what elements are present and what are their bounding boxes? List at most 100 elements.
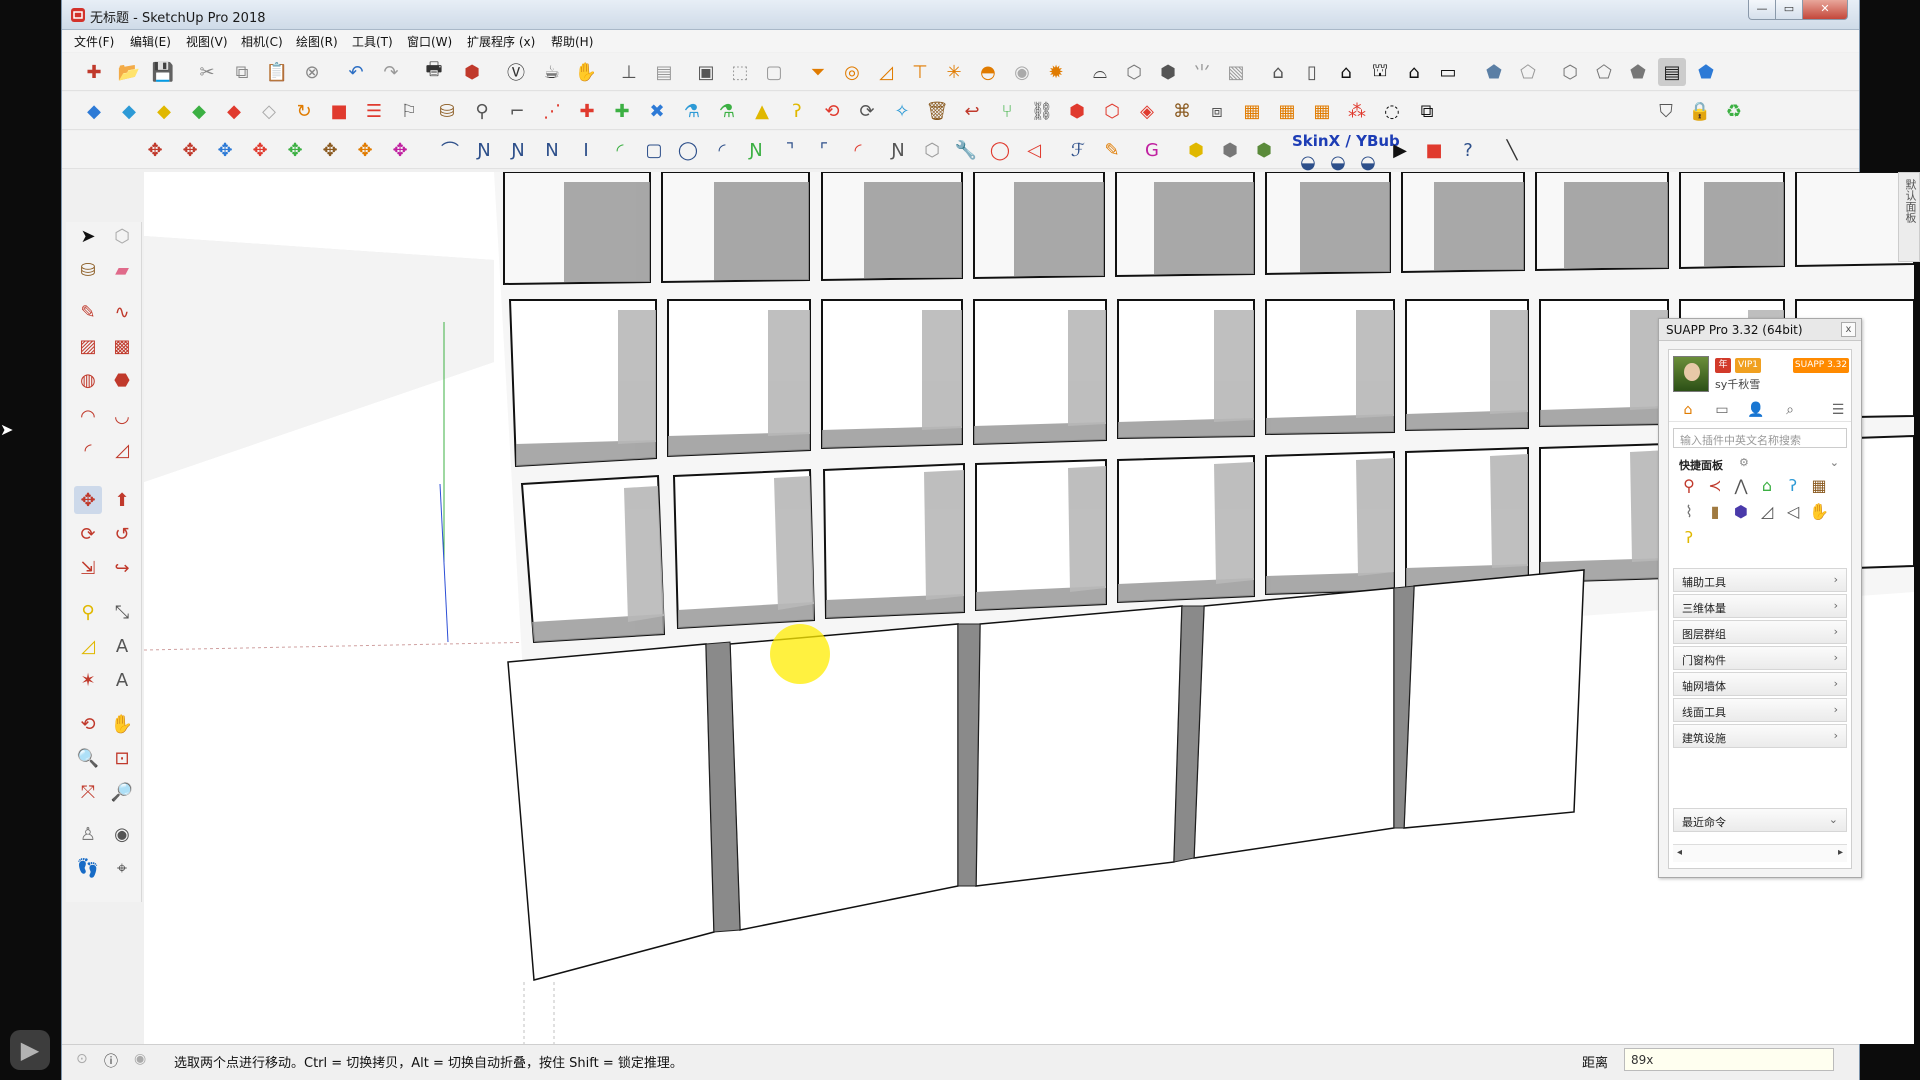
pencil-ruler-icon[interactable]: ✎ bbox=[1098, 136, 1126, 164]
protractor-tool-icon[interactable]: ◿ bbox=[74, 632, 102, 660]
measurements-input[interactable]: 89x bbox=[1624, 1048, 1834, 1071]
leaf-icon[interactable]: ◁ bbox=[1020, 136, 1048, 164]
axes-red-icon[interactable]: ✚ bbox=[573, 97, 601, 125]
teapot-icon[interactable]: ☕ bbox=[538, 58, 566, 86]
look-around-icon[interactable]: ◉ bbox=[108, 820, 136, 848]
grid-3-icon[interactable]: ▦ bbox=[1308, 97, 1336, 125]
axes-green-icon[interactable]: ✚ bbox=[608, 97, 636, 125]
avatar[interactable] bbox=[1673, 356, 1709, 392]
quick-tool-10-icon[interactable]: ◿ bbox=[1755, 500, 1779, 524]
new-file-icon[interactable]: ✚ bbox=[80, 58, 108, 86]
bucket-icon[interactable]: ⛁ bbox=[433, 97, 461, 125]
axis-v-icon[interactable]: ✥ bbox=[281, 136, 309, 164]
category-axis-walls[interactable]: 轴网墙体 › bbox=[1673, 672, 1847, 696]
style-6-icon[interactable]: ▤ bbox=[1658, 58, 1686, 86]
print-icon[interactable]: 🖶 bbox=[420, 58, 448, 86]
house-2-icon[interactable]: ▯ bbox=[1298, 58, 1326, 86]
erase-icon[interactable]: ⊗ bbox=[298, 58, 326, 86]
fe-icon[interactable]: ℱ bbox=[1064, 136, 1092, 164]
axis-c-icon[interactable]: ✥ bbox=[351, 136, 379, 164]
minimize-button[interactable]: — bbox=[1748, 0, 1776, 20]
quick-tool-2-icon[interactable]: ≺ bbox=[1703, 474, 1727, 498]
cube-red-icon[interactable]: ◈ bbox=[1133, 97, 1161, 125]
plane-cyan-icon[interactable]: ◆ bbox=[115, 97, 143, 125]
cone-icon[interactable]: ▲ bbox=[748, 97, 776, 125]
rotate-tool-icon[interactable]: ⟳ bbox=[74, 520, 102, 548]
bend-1-icon[interactable]: ⌝ bbox=[776, 136, 804, 164]
flask-green-icon[interactable]: ⚗ bbox=[713, 97, 741, 125]
frame-icon[interactable]: ⬚ bbox=[726, 58, 754, 86]
target-icon[interactable]: ◎ bbox=[838, 58, 866, 86]
window-icon[interactable]: ▣ bbox=[692, 58, 720, 86]
category-doors-windows[interactable]: 门窗构件 › bbox=[1673, 646, 1847, 670]
stop-icon[interactable]: ■ bbox=[1420, 136, 1448, 164]
knife-icon[interactable]: ╲ bbox=[1498, 136, 1526, 164]
pencil-icon[interactable]: ✎ bbox=[74, 298, 102, 326]
menu-window[interactable]: 窗口(W) bbox=[407, 33, 452, 50]
credits-icon[interactable]: ⓘ bbox=[104, 1051, 118, 1071]
quick-tool-12-icon[interactable]: ✋ bbox=[1807, 500, 1831, 524]
arc-green-icon[interactable]: ◜ bbox=[606, 136, 634, 164]
arc-3-tool-icon[interactable]: ◜ bbox=[74, 436, 102, 464]
save-icon[interactable]: 💾 bbox=[149, 58, 177, 86]
circle-tool-icon[interactable]: ◍ bbox=[74, 366, 102, 394]
tape-measure-icon[interactable]: ⚲ bbox=[74, 598, 102, 626]
rotate-orange-icon[interactable]: ↻ bbox=[290, 97, 318, 125]
quick-tool-5-icon[interactable]: ʔ bbox=[1781, 474, 1805, 498]
menu-tools[interactable]: 工具(T) bbox=[352, 33, 393, 50]
tpin-icon[interactable]: ⊤ bbox=[906, 58, 934, 86]
axis-f-icon[interactable]: ✥ bbox=[386, 136, 414, 164]
category-layers-groups[interactable]: 图层群组 › bbox=[1673, 620, 1847, 644]
zigzag-icon[interactable]: Ɲ bbox=[742, 136, 770, 164]
user-icon[interactable]: 👤 bbox=[1747, 401, 1765, 419]
scroll-left-icon[interactable]: ◂ bbox=[1677, 847, 1682, 858]
section-plane-icon[interactable]: ⌖ bbox=[108, 854, 136, 882]
open-folder-icon[interactable]: 📂 bbox=[115, 58, 143, 86]
rect-icon[interactable]: ▢ bbox=[640, 136, 668, 164]
house-6-icon[interactable]: ▭ bbox=[1434, 58, 1462, 86]
arc-icon[interactable]: ◜ bbox=[708, 136, 736, 164]
arc-2-tool-icon[interactable]: ◡ bbox=[108, 402, 136, 430]
menu-list-icon[interactable]: ☰ bbox=[1829, 401, 1847, 419]
arc-tool-icon[interactable]: ◠ bbox=[74, 402, 102, 430]
geo-location-icon[interactable]: ⊙ bbox=[76, 1051, 88, 1067]
quick-tool-4-icon[interactable]: ⌂ bbox=[1755, 474, 1779, 498]
plane-blue-icon[interactable]: ◆ bbox=[80, 97, 108, 125]
category-auxiliary-tools[interactable]: 辅助工具 › bbox=[1673, 568, 1847, 592]
cube-silver-icon[interactable]: ⬢ bbox=[1216, 136, 1244, 164]
select-arrow-icon[interactable]: ➤ bbox=[74, 222, 102, 250]
menu-draw[interactable]: 绘图(R) bbox=[296, 33, 338, 50]
quick-panel-header[interactable]: 快捷面板 ⚙ ⌄ bbox=[1673, 454, 1847, 474]
style-1-icon[interactable]: ⬟ bbox=[1480, 58, 1508, 86]
stairs-icon[interactable]: ⌐ bbox=[503, 97, 531, 125]
maximize-button[interactable]: ▭ bbox=[1775, 0, 1803, 20]
axis-move-icon[interactable]: ✥ bbox=[141, 136, 169, 164]
settings-gear-icon[interactable]: ⚙ bbox=[1739, 456, 1749, 469]
axes-blue-icon[interactable]: ✖ bbox=[643, 97, 671, 125]
pipe-icon[interactable]: ⚲ bbox=[468, 97, 496, 125]
grid-2-icon[interactable]: ▦ bbox=[1273, 97, 1301, 125]
plane-yellow-icon[interactable]: ◆ bbox=[150, 97, 178, 125]
link-icon[interactable]: ⛓ bbox=[1028, 97, 1056, 125]
rectangle-icon[interactable]: ▨ bbox=[74, 332, 102, 360]
recycle-icon[interactable]: ♻ bbox=[1720, 97, 1748, 125]
flask-icon[interactable]: ⚗ bbox=[678, 97, 706, 125]
funnel-icon[interactable]: ⏷ bbox=[804, 58, 832, 86]
style-5-icon[interactable]: ⬟ bbox=[1624, 58, 1652, 86]
return-icon[interactable]: ↩ bbox=[958, 97, 986, 125]
cut-icon[interactable]: ✂ bbox=[193, 58, 221, 86]
freehand-icon[interactable]: ∿ bbox=[108, 298, 136, 326]
menu-camera[interactable]: 相机(C) bbox=[241, 33, 283, 50]
axis-x-icon[interactable]: ✥ bbox=[176, 136, 204, 164]
menu-extensions[interactable]: 扩展程序 (x) bbox=[467, 33, 535, 50]
gear-loop-icon[interactable]: ⟳ bbox=[853, 97, 881, 125]
plane-red-icon[interactable]: ◆ bbox=[220, 97, 248, 125]
house-1-icon[interactable]: ⌂ bbox=[1264, 58, 1292, 86]
lattice-icon[interactable]: ⌘ bbox=[1168, 97, 1196, 125]
category-line-face-tools[interactable]: 线面工具 › bbox=[1673, 698, 1847, 722]
cubes-2-icon[interactable]: ⬡ bbox=[1098, 97, 1126, 125]
component-icon[interactable]: ⧉ bbox=[1413, 97, 1441, 125]
style-3-icon[interactable]: ⬡ bbox=[1556, 58, 1584, 86]
list-icon[interactable]: ☰ bbox=[360, 97, 388, 125]
frame-3-icon[interactable]: ⧈ bbox=[1203, 97, 1231, 125]
